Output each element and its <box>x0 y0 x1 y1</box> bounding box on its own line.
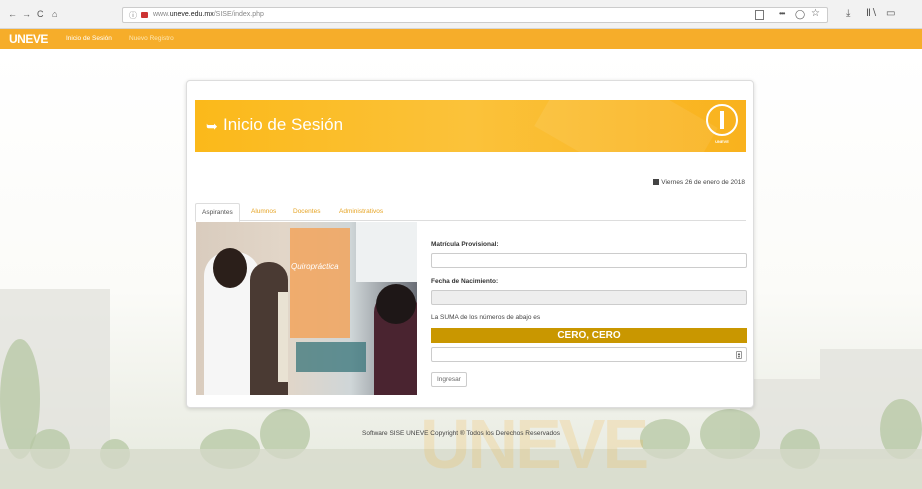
matricula-label: Matrícula Provisional: <box>431 241 499 248</box>
url-text[interactable]: www.uneve.edu.mx/SISE/index.php <box>153 11 264 18</box>
reload-button[interactable]: C <box>37 9 44 20</box>
nacimiento-label: Fecha de Nacimiento: <box>431 278 499 285</box>
fecha-nacimiento-input[interactable] <box>431 290 747 305</box>
nav-inicio-sesion[interactable]: Inicio de Sesión <box>66 35 112 42</box>
captcha-instructions: La SUMA de los números de abajo es <box>431 314 541 321</box>
tab-aspirantes[interactable]: Aspirantes <box>195 203 240 222</box>
matricula-input[interactable] <box>431 253 747 268</box>
ingresar-button[interactable]: Ingresar <box>431 372 467 387</box>
nav-nuevo-registro[interactable]: Nuevo Registro <box>129 35 174 42</box>
captcha-answer-input[interactable]: ▲ ▼ <box>431 347 747 362</box>
uneve-seal-logo: UNEVE <box>706 104 738 148</box>
more-actions-icon[interactable]: ••• <box>779 9 785 18</box>
app-navbar: UNEVE Inicio de Sesión Nuevo Registro <box>0 29 922 49</box>
current-date: Viernes 26 de enero de 2018 <box>653 179 745 186</box>
address-bar[interactable]: ⓘ www.uneve.edu.mx/SISE/index.php ••• ◯ … <box>122 7 828 23</box>
tab-alumnos[interactable]: Alumnos <box>245 203 282 221</box>
pocket-icon[interactable]: ◯ <box>795 9 805 20</box>
download-icon[interactable]: ⤓ <box>846 8 850 19</box>
captcha-text: CERO, CERO <box>431 328 747 343</box>
footer-copyright: Software SISE UNEVE Copyright ® Todos lo… <box>362 430 560 437</box>
login-banner: ➥ Inicio de Sesión UNEVE <box>195 100 746 152</box>
url-domain: uneve.edu.mx <box>169 11 214 18</box>
library-icon[interactable]: Ⅱ∖ <box>866 8 877 19</box>
tab-administrativos[interactable]: Administrativos <box>333 203 389 221</box>
bookmark-star-icon[interactable]: ☆ <box>811 8 820 19</box>
sidebar-icon[interactable]: ▭ <box>886 8 895 19</box>
poster-text: Quiropráctica <box>291 262 339 271</box>
banner-title: Inicio de Sesión <box>223 115 344 134</box>
uneve-watermark: UNEVE <box>420 405 649 483</box>
forward-button[interactable]: → <box>22 9 31 20</box>
calendar-icon <box>653 179 660 185</box>
tab-docentes[interactable]: Docentes <box>287 203 326 221</box>
spinner-arrows-icon[interactable]: ▲ ▼ <box>736 351 742 359</box>
user-type-tabs: Aspirantes Alumnos Docentes Administrati… <box>195 203 746 222</box>
brand-logo[interactable]: UNEVE <box>9 32 48 46</box>
login-icon: ➥ <box>206 118 218 134</box>
home-button[interactable]: ⌂ <box>52 9 57 20</box>
back-button[interactable]: ← <box>8 9 17 20</box>
browser-toolbar: ← → C ⌂ ⓘ www.uneve.edu.mx/SISE/index.ph… <box>0 0 922 29</box>
info-icon[interactable]: ⓘ <box>129 10 137 21</box>
login-card: ➥ Inicio de Sesión UNEVE Viernes 26 de e… <box>186 80 754 408</box>
students-photo: Quiropráctica <box>196 222 417 395</box>
insecure-lock-icon[interactable] <box>141 12 148 18</box>
reader-view-icon[interactable] <box>755 10 764 20</box>
